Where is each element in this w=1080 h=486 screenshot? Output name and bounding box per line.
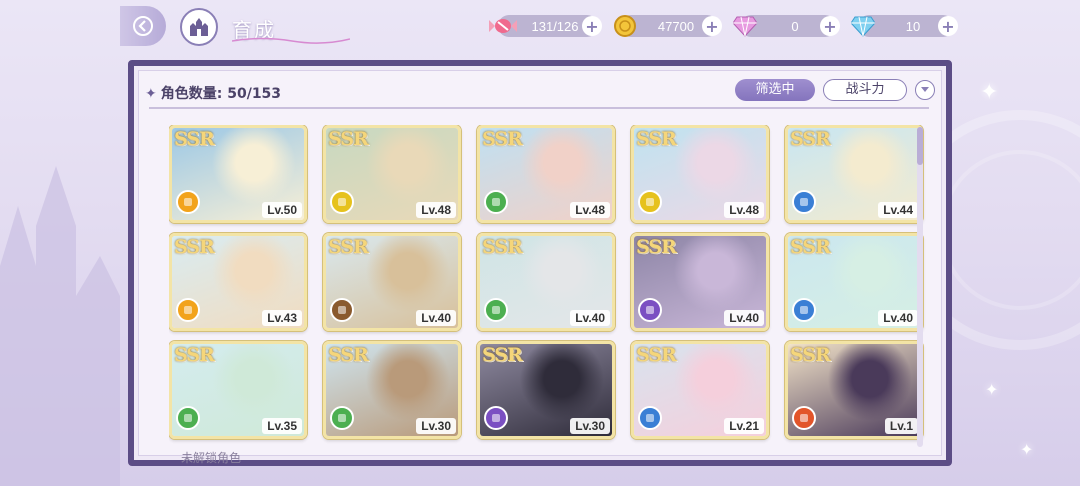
rarity-badge: SSR bbox=[636, 128, 677, 150]
candy-icon bbox=[488, 11, 518, 41]
element-icon bbox=[792, 190, 816, 214]
rarity-badge: SSR bbox=[790, 344, 831, 366]
element-icon bbox=[484, 406, 508, 430]
element-icon bbox=[176, 298, 200, 322]
character-card[interactable]: SSR Lv.30 bbox=[323, 341, 461, 439]
level-label: Lv.40 bbox=[416, 310, 456, 326]
element-icon bbox=[176, 190, 200, 214]
level-label: Lv.44 bbox=[878, 202, 918, 218]
character-card[interactable]: SSR Lv.43 bbox=[169, 233, 307, 331]
level-label: Lv.30 bbox=[570, 418, 610, 434]
character-card[interactable]: SSR Lv.50 bbox=[169, 125, 307, 223]
level-label: Lv.40 bbox=[878, 310, 918, 326]
scrollbar-thumb[interactable] bbox=[917, 127, 923, 165]
element-icon bbox=[792, 298, 816, 322]
blue-diamond-icon bbox=[848, 11, 878, 41]
rarity-badge: SSR bbox=[790, 236, 831, 258]
level-label: Lv.48 bbox=[570, 202, 610, 218]
element-icon bbox=[484, 298, 508, 322]
level-label: Lv.50 bbox=[262, 202, 302, 218]
resource-gold: 47700 + bbox=[614, 15, 722, 37]
resource-blue-diamond: 10 + bbox=[851, 15, 958, 37]
character-grid: SSR Lv.50 SSR Lv.48 SSR Lv.48 SSR Lv.48 SSR Lv.44… bbox=[169, 125, 929, 445]
character-card[interactable]: SSR Lv.48 bbox=[477, 125, 615, 223]
chevron-down-icon bbox=[921, 87, 929, 92]
element-icon bbox=[330, 298, 354, 322]
resource-candy: 131/126 + bbox=[489, 15, 602, 37]
rarity-badge: SSR bbox=[328, 236, 369, 258]
count-value: 50/153 bbox=[227, 86, 282, 102]
rarity-badge: SSR bbox=[328, 344, 369, 366]
rarity-badge: SSR bbox=[328, 128, 369, 150]
sparkle-icon: ✦ bbox=[980, 80, 999, 105]
element-icon bbox=[638, 298, 662, 322]
back-button[interactable] bbox=[120, 6, 166, 46]
scrollbar[interactable] bbox=[917, 127, 923, 447]
level-label: Lv.48 bbox=[724, 202, 764, 218]
character-card[interactable]: SSR Lv.30 bbox=[477, 341, 615, 439]
gold-coin-icon bbox=[610, 11, 640, 41]
character-card[interactable]: SSR Lv.48 bbox=[631, 125, 769, 223]
rarity-badge: SSR bbox=[174, 128, 215, 150]
resource-pink-diamond: 0 + bbox=[733, 15, 840, 37]
rarity-badge: SSR bbox=[636, 344, 677, 366]
character-card[interactable]: SSR Lv.35 bbox=[169, 341, 307, 439]
rarity-badge: SSR bbox=[174, 236, 215, 258]
rarity-badge: SSR bbox=[790, 128, 831, 150]
add-gold-button[interactable]: + bbox=[702, 16, 722, 36]
add-candy-button[interactable]: + bbox=[582, 16, 602, 36]
level-label: Lv.48 bbox=[416, 202, 456, 218]
element-icon bbox=[792, 406, 816, 430]
rarity-badge: SSR bbox=[174, 344, 215, 366]
sort-order-toggle[interactable] bbox=[915, 80, 935, 100]
castle-icon bbox=[190, 18, 208, 36]
rarity-badge: SSR bbox=[482, 236, 523, 258]
character-card[interactable]: SSR Lv.48 bbox=[323, 125, 461, 223]
home-button[interactable] bbox=[180, 8, 218, 46]
level-label: Lv.43 bbox=[262, 310, 302, 326]
element-icon bbox=[638, 190, 662, 214]
filter-button[interactable]: 筛选中 bbox=[735, 79, 815, 101]
element-icon bbox=[330, 190, 354, 214]
character-card[interactable]: SSR Lv.40 bbox=[323, 233, 461, 331]
character-card[interactable]: SSR Lv.21 bbox=[631, 341, 769, 439]
element-icon bbox=[176, 406, 200, 430]
character-panel: ✦ 角色数量: 50/153 筛选中 战斗力 SSR Lv.50 SSR Lv.48 SS… bbox=[128, 60, 952, 466]
level-label: Lv.1 bbox=[884, 418, 918, 434]
element-icon bbox=[484, 190, 508, 214]
rarity-badge: SSR bbox=[636, 236, 677, 258]
sparkle-icon: ✦ bbox=[985, 380, 999, 399]
level-label: Lv.30 bbox=[416, 418, 456, 434]
add-blue-diamond-button[interactable]: + bbox=[938, 16, 958, 36]
count-label: 角色数量: bbox=[160, 86, 223, 102]
sparkle-icon: ✦ bbox=[145, 86, 157, 102]
character-card[interactable]: SSR Lv.40 bbox=[477, 233, 615, 331]
level-label: Lv.40 bbox=[570, 310, 610, 326]
level-label: Lv.35 bbox=[262, 418, 302, 434]
pink-diamond-icon bbox=[730, 11, 760, 41]
rarity-badge: SSR bbox=[482, 128, 523, 150]
character-card[interactable]: SSR Lv.40 bbox=[785, 233, 923, 331]
character-card[interactable]: SSR Lv.40 bbox=[631, 233, 769, 331]
panel-inner: ✦ 角色数量: 50/153 筛选中 战斗力 SSR Lv.50 SSR Lv.48 SS… bbox=[138, 70, 942, 465]
character-card[interactable]: SSR Lv.44 bbox=[785, 125, 923, 223]
sparkle-icon: ✦ bbox=[1020, 440, 1034, 459]
character-count: ✦ 角色数量: 50/153 bbox=[145, 83, 281, 103]
element-icon bbox=[330, 406, 354, 430]
level-label: Lv.21 bbox=[724, 418, 764, 434]
character-card[interactable]: SSR Lv.1 bbox=[785, 341, 923, 439]
level-label: Lv.40 bbox=[724, 310, 764, 326]
sort-button[interactable]: 战斗力 bbox=[823, 79, 907, 101]
castle-silhouette bbox=[0, 166, 120, 486]
title-flourish bbox=[232, 37, 350, 44]
add-pink-diamond-button[interactable]: + bbox=[820, 16, 840, 36]
back-arrow-icon bbox=[133, 16, 153, 36]
rarity-badge: SSR bbox=[482, 344, 523, 366]
locked-characters-hint: 未解锁角色 bbox=[181, 451, 242, 465]
element-icon bbox=[638, 406, 662, 430]
